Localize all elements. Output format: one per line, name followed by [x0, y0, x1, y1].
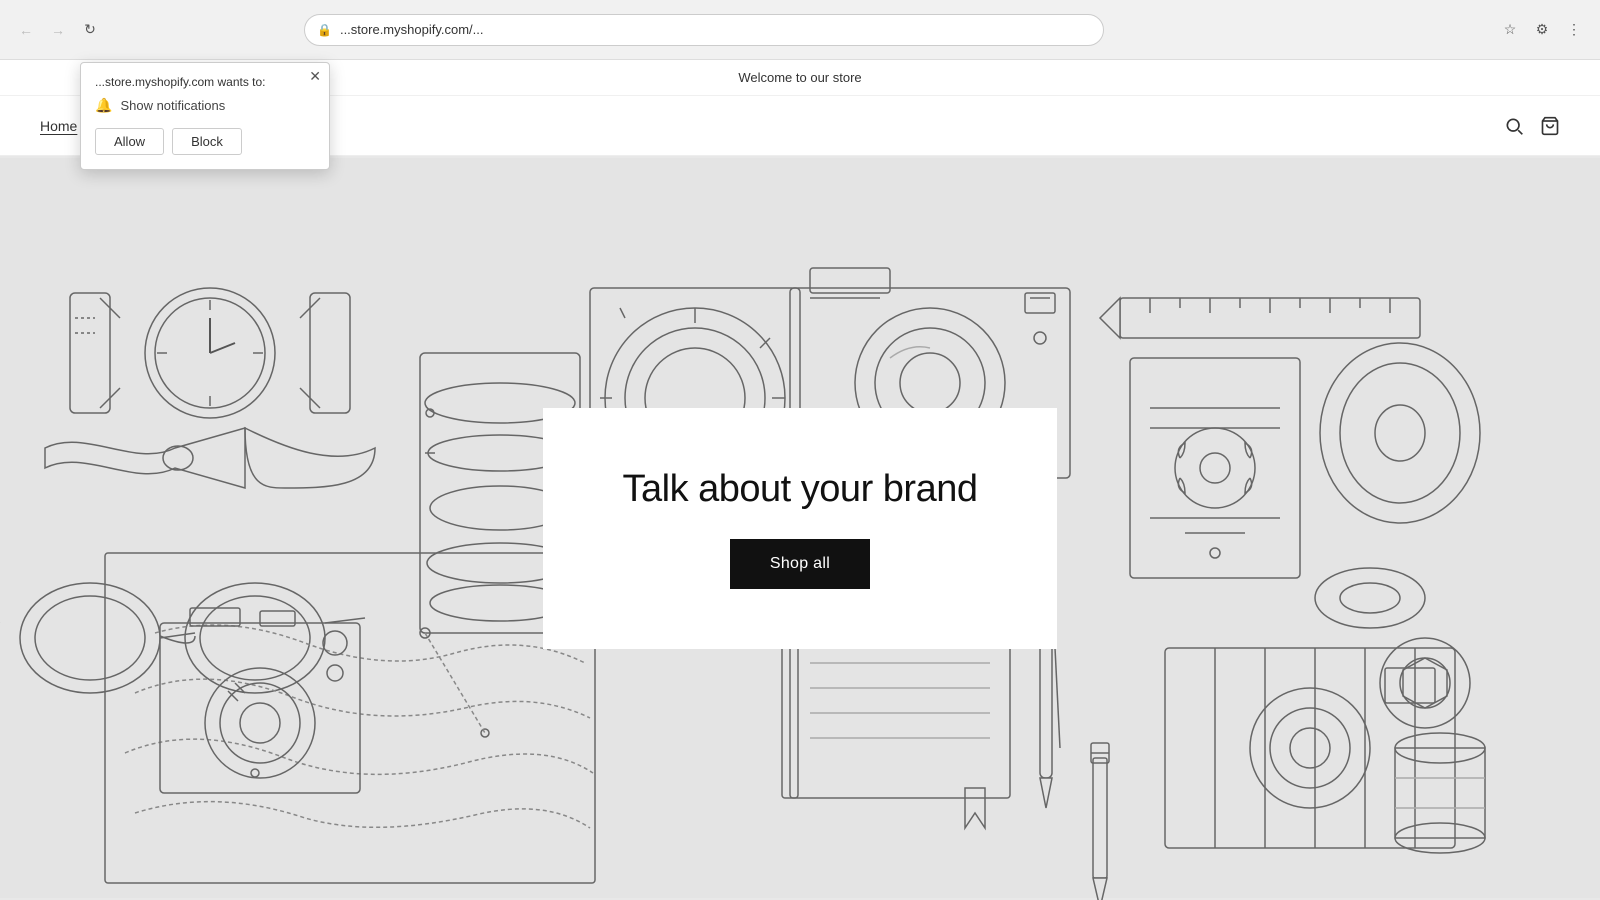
browser-nav-buttons: ← → ↻ [12, 16, 104, 44]
extensions-button[interactable]: ⚙ [1528, 16, 1556, 44]
lock-icon: 🔒 [317, 23, 332, 37]
menu-button[interactable]: ⋮ [1560, 16, 1588, 44]
block-button[interactable]: Block [172, 128, 242, 155]
cart-button[interactable] [1540, 116, 1560, 136]
announcement-text: Welcome to our store [738, 70, 861, 85]
url-text: ...store.myshopify.com/... [340, 22, 484, 37]
back-button[interactable]: ← [12, 16, 40, 44]
dialog-close-button[interactable]: ✕ [309, 69, 321, 83]
dialog-permission-row: 🔔 Show notifications [95, 97, 315, 114]
hero-content-card: Talk about your brand Shop all [543, 408, 1058, 649]
dialog-buttons: Allow Block [95, 128, 315, 155]
nav-home[interactable]: Home [40, 118, 77, 134]
address-bar[interactable]: 🔒 ...store.myshopify.com/... [304, 14, 1104, 46]
browser-right-buttons: ☆ ⚙ ⋮ [1496, 16, 1588, 44]
search-button[interactable] [1504, 116, 1524, 136]
allow-button[interactable]: Allow [95, 128, 164, 155]
browser-chrome: ← → ↻ 🔒 ...store.myshopify.com/... ☆ ⚙ ⋮ [0, 0, 1600, 60]
bell-icon: 🔔 [95, 97, 112, 114]
nav-right-icons [1504, 116, 1560, 136]
bookmark-button[interactable]: ☆ [1496, 16, 1524, 44]
hero-section: Talk about your brand Shop all [0, 156, 1600, 900]
permission-dialog: ✕ ...store.myshopify.com wants to: 🔔 Sho… [80, 62, 330, 170]
dialog-origin-text: ...store.myshopify.com wants to: [95, 75, 315, 89]
reload-button[interactable]: ↻ [76, 16, 104, 44]
hero-title: Talk about your brand [623, 468, 978, 511]
forward-button[interactable]: → [44, 16, 72, 44]
permission-label: Show notifications [120, 98, 225, 113]
store-page: Welcome to our store Home Products Conta… [0, 60, 1600, 900]
shop-all-button[interactable]: Shop all [730, 539, 870, 589]
